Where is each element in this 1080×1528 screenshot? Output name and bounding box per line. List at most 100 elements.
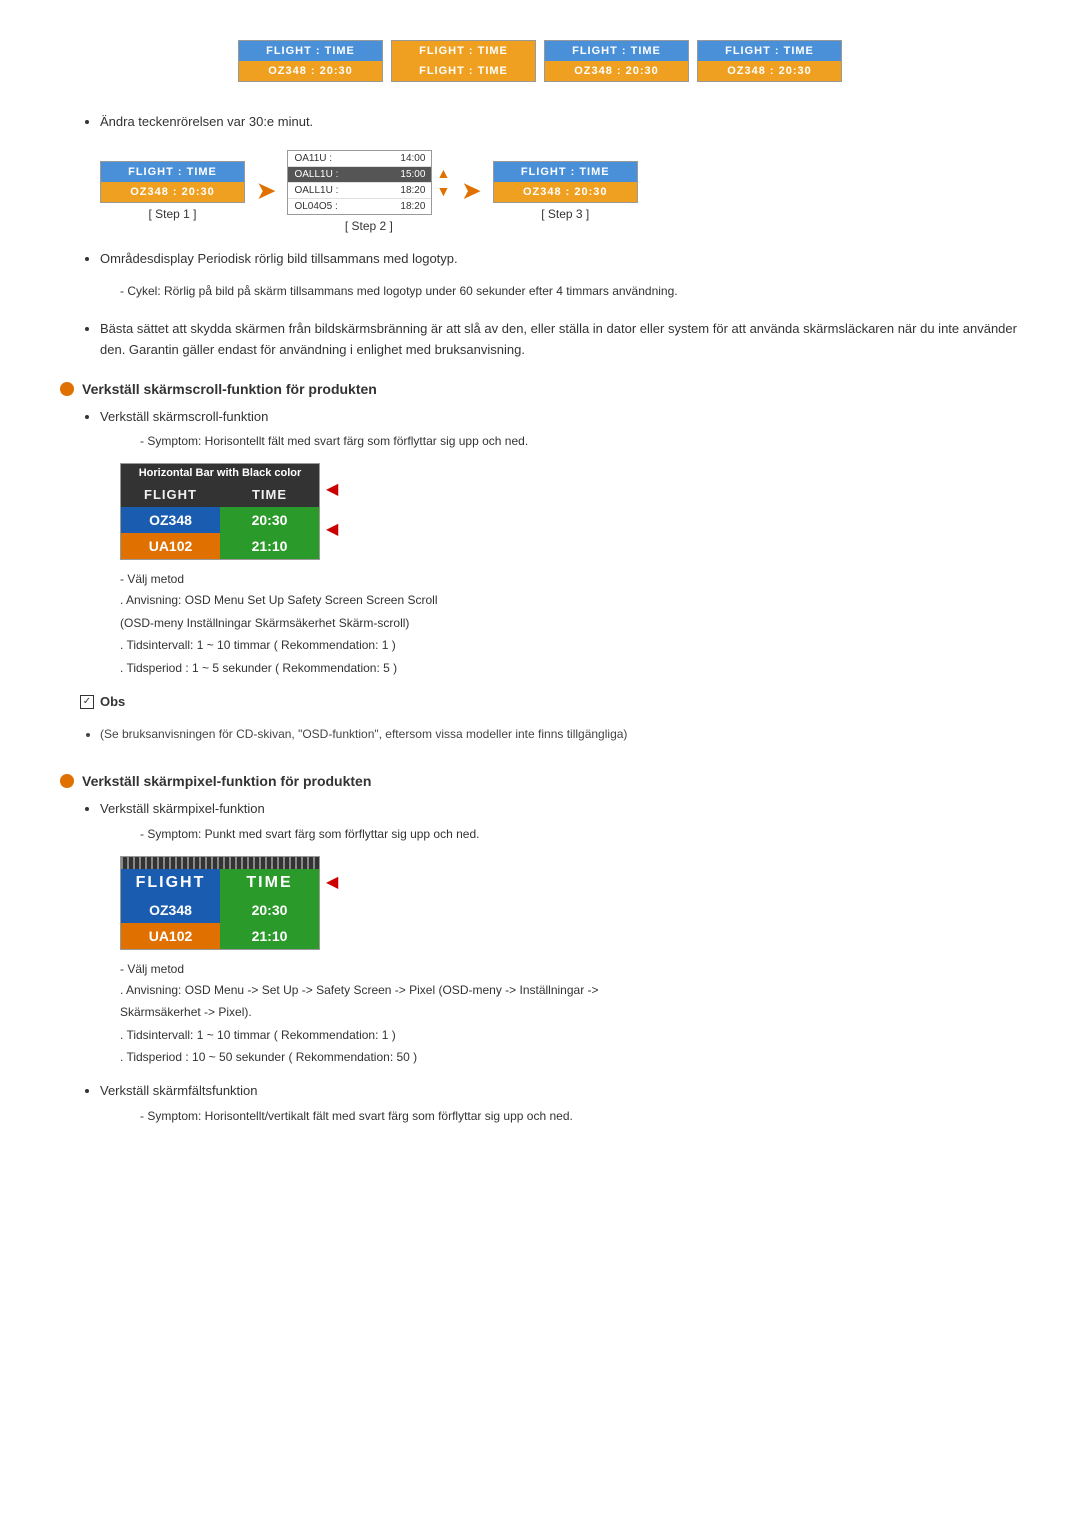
- display-box-4-top: FLIGHT : TIME: [698, 41, 841, 61]
- menu-item-1-left: OA11U :: [294, 153, 332, 164]
- obs-section: ✓ Obs: [80, 694, 1020, 709]
- screenfield-bullet-list: Verkställ skärmfältsfunktion: [100, 1081, 1020, 1101]
- pixel-display: FLIGHT TIME OZ348 20:30 UA102 21:10: [120, 856, 320, 950]
- menu-item-3-right: 18:20: [400, 185, 425, 196]
- step-2-menu: OA11U : 14:00 OALL1U : 15:00 OALL1U : 18…: [287, 150, 432, 215]
- step-2-label: [ Step 2 ]: [287, 219, 450, 233]
- bullet-section-1: Ändra teckenrörelsen var 30:e minut.: [80, 112, 1020, 132]
- hbar-r1-left: FLIGHT: [121, 482, 220, 507]
- screenfield-symptom: - Symptom: Horisontellt/vertikalt fält m…: [140, 1107, 1020, 1126]
- obs-note-item: (Se bruksanvisningen för CD-skivan, "OSD…: [100, 725, 1020, 743]
- top-display-boxes: FLIGHT : TIME OZ348 : 20:30 FLIGHT : TIM…: [60, 40, 1020, 82]
- pixel-r3-left: UA102: [121, 923, 220, 949]
- pixel-container: FLIGHT TIME OZ348 20:30 UA102 21:10 ◀ ◀: [120, 856, 1020, 950]
- display-box-2-top: FLIGHT : TIME: [392, 41, 535, 61]
- pixel-method-4: . Tidsperiod : 10 ~ 50 sekunder ( Rekomm…: [120, 1047, 1020, 1067]
- display-box-3-bottom: OZ348 : 20:30: [545, 61, 688, 81]
- pixel-method-2: Skärmsäkerhet -> Pixel).: [120, 1002, 1020, 1022]
- pixel-row-1: FLIGHT TIME: [121, 869, 319, 897]
- pixel-row-2: OZ348 20:30: [121, 897, 319, 923]
- section1-title: Verkställ skärmscroll-funktion för produ…: [82, 381, 377, 397]
- scroll-method-1: . Anvisning: OSD Menu Set Up Safety Scre…: [120, 590, 1020, 610]
- display-box-2-bottom: FLIGHT : TIME: [392, 61, 535, 81]
- hbar-display: Horizontal Bar with Black color FLIGHT T…: [120, 463, 320, 560]
- scroll-choose-method: - Välj metod: [120, 572, 1020, 586]
- hbar-display-wrapper: Horizontal Bar with Black color FLIGHT T…: [120, 463, 320, 560]
- step-2-arrows: ▲ ▼: [436, 165, 450, 199]
- scroll-bullet-item: Verkställ skärmscroll-funktion: [100, 407, 1020, 427]
- scroll-symptom: - Symptom: Horisontellt fält med svart f…: [140, 432, 1020, 451]
- step-3-bottom: OZ348 : 20:30: [494, 182, 637, 202]
- bullet-section-3: Bästa sättet att skydda skärmen från bil…: [80, 319, 1020, 361]
- scroll-method-2: (OSD-meny Inställningar Skärmsäkerhet Sk…: [120, 613, 1020, 633]
- step-1-display: FLIGHT : TIME OZ348 : 20:30: [100, 161, 245, 203]
- obs-note-list: (Se bruksanvisningen för CD-skivan, "OSD…: [100, 725, 1020, 743]
- section2-title: Verkställ skärmpixel-funktion för produk…: [82, 773, 371, 789]
- menu-item-4-left: OL04O5 :: [294, 201, 337, 212]
- obs-checkbox: ✓: [80, 695, 94, 709]
- pixel-arrows: ◀ ◀: [326, 856, 338, 932]
- display-box-4: FLIGHT : TIME OZ348 : 20:30: [697, 40, 842, 82]
- menu-item-2-left: OALL1U :: [294, 169, 338, 180]
- display-box-3: FLIGHT : TIME OZ348 : 20:30: [544, 40, 689, 82]
- hbar-arrow-up: ◀: [326, 479, 338, 499]
- pixel-bullet-item: Verkställ skärmpixel-funktion: [100, 799, 1020, 819]
- menu-item-3-left: OALL1U :: [294, 185, 338, 196]
- hbar-container: Horizontal Bar with Black color FLIGHT T…: [120, 463, 1020, 560]
- menu-item-1-right: 14:00: [400, 153, 425, 164]
- hbar-arrow-down: ◀: [326, 519, 338, 539]
- screenfield-bullet-item: Verkställ skärmfältsfunktion: [100, 1081, 1020, 1101]
- bullet-section-2: Områdesdisplay Periodisk rörlig bild til…: [80, 249, 1020, 269]
- hbar-r2-right: 20:30: [220, 507, 319, 533]
- hbar-r2-left: OZ348: [121, 507, 220, 533]
- menu-item-3: OALL1U : 18:20: [288, 183, 431, 199]
- pixel-method-1: . Anvisning: OSD Menu -> Set Up -> Safet…: [120, 980, 1020, 1000]
- display-box-1-top: FLIGHT : TIME: [239, 41, 382, 61]
- bullet-2b-text: - Cykel: Rörlig på bild på skärm tillsam…: [120, 282, 1020, 301]
- menu-item-2: OALL1U : 15:00: [288, 167, 431, 183]
- hbar-r3-right: 21:10: [220, 533, 319, 559]
- hbar-r3-left: UA102: [121, 533, 220, 559]
- step-diagram: FLIGHT : TIME OZ348 : 20:30 [ Step 1 ] ➤…: [100, 150, 1020, 233]
- display-box-2: FLIGHT : TIME FLIGHT : TIME: [391, 40, 536, 82]
- display-box-3-top: FLIGHT : TIME: [545, 41, 688, 61]
- pixel-symptom: - Symptom: Punkt med svart färg som förf…: [140, 825, 1020, 844]
- hbar-row-3: UA102 21:10: [121, 533, 319, 559]
- section2-dot: [60, 774, 74, 788]
- arrow-down: ▼: [436, 183, 450, 199]
- bullet-item-2a: Områdesdisplay Periodisk rörlig bild til…: [100, 249, 1020, 269]
- step-2-with-arrows: OA11U : 14:00 OALL1U : 15:00 OALL1U : 18…: [287, 150, 450, 215]
- step-3-label: [ Step 3 ]: [493, 207, 638, 221]
- hbar-arrows: ◀ ◀: [326, 463, 338, 539]
- pixel-r1-right: TIME: [220, 869, 319, 897]
- section1-header: Verkställ skärmscroll-funktion för produ…: [60, 381, 1020, 397]
- pixel-method-3: . Tidsintervall: 1 ~ 10 timmar ( Rekomme…: [120, 1025, 1020, 1045]
- step-3-display: FLIGHT : TIME OZ348 : 20:30: [493, 161, 638, 203]
- pixel-r2-right: 20:30: [220, 897, 319, 923]
- pixel-r3-right: 21:10: [220, 923, 319, 949]
- display-box-1: FLIGHT : TIME OZ348 : 20:30: [238, 40, 383, 82]
- step-3-box: FLIGHT : TIME OZ348 : 20:30 [ Step 3 ]: [493, 161, 638, 221]
- pixel-r1-left: FLIGHT: [121, 869, 220, 897]
- pixel-choose-method: - Välj metod: [120, 962, 1020, 976]
- pixel-bullet-list: Verkställ skärmpixel-funktion: [100, 799, 1020, 819]
- scroll-method-3: . Tidsintervall: 1 ~ 10 timmar ( Rekomme…: [120, 635, 1020, 655]
- section1-dot: [60, 382, 74, 396]
- scroll-bullet-list: Verkställ skärmscroll-funktion: [100, 407, 1020, 427]
- pixel-row-3: UA102 21:10: [121, 923, 319, 949]
- section2-header: Verkställ skärmpixel-funktion för produk…: [60, 773, 1020, 789]
- display-box-1-bottom: OZ348 : 20:30: [239, 61, 382, 81]
- step-3-top: FLIGHT : TIME: [494, 162, 637, 182]
- hbar-row-1: FLIGHT TIME: [121, 482, 319, 507]
- bullet-item-3a: Bästa sättet att skydda skärmen från bil…: [100, 319, 1020, 361]
- step-1-top: FLIGHT : TIME: [101, 162, 244, 182]
- menu-item-1: OA11U : 14:00: [288, 151, 431, 167]
- step-1-box: FLIGHT : TIME OZ348 : 20:30 [ Step 1 ]: [100, 161, 245, 221]
- hbar-r1-right: TIME: [220, 482, 319, 507]
- pixel-top-row: [121, 857, 319, 869]
- arrow-2: ➤: [462, 178, 480, 204]
- obs-label: Obs: [100, 694, 125, 709]
- scroll-methods: . Anvisning: OSD Menu Set Up Safety Scre…: [120, 590, 1020, 678]
- pixel-methods: . Anvisning: OSD Menu -> Set Up -> Safet…: [120, 980, 1020, 1068]
- step-2-box: OA11U : 14:00 OALL1U : 15:00 OALL1U : 18…: [287, 150, 450, 233]
